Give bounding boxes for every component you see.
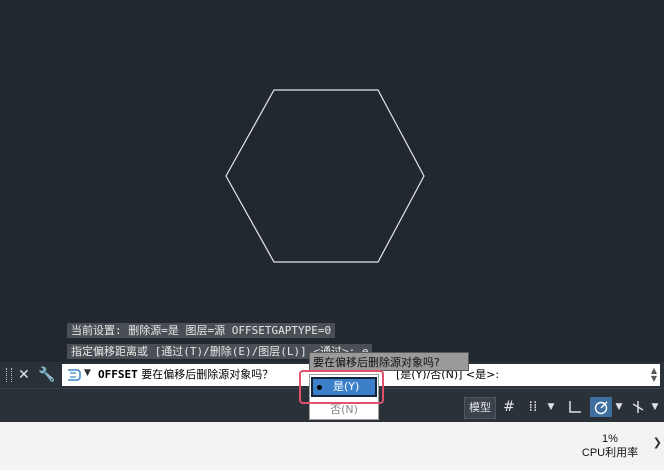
command-prompt-text: 要在偏移后删除源对象吗？ [141, 368, 274, 381]
isodraft-icon[interactable] [628, 397, 648, 417]
cpu-value: 1% [602, 433, 618, 445]
cpu-widget[interactable]: 1% CPU利用率 [570, 432, 650, 460]
command-default: <是>: [465, 368, 500, 381]
chevron-down-icon[interactable]: ▼ [614, 397, 624, 417]
hexagon-shape[interactable] [225, 89, 425, 263]
scroll-arrows[interactable]: ▲ ▼ [651, 367, 657, 383]
chevron-right-icon[interactable]: ❯ [653, 436, 662, 449]
command-prompt: OFFSET 要在偏移后删除源对象吗？ [98, 367, 273, 383]
snap-icon[interactable]: ⁞⁞ [524, 397, 542, 417]
command-icon[interactable] [66, 368, 82, 382]
wrench-icon[interactable]: 🔧 [38, 366, 55, 384]
chevron-down-icon[interactable]: ▼ [650, 397, 660, 417]
command-name: OFFSET [98, 368, 138, 381]
model-tab[interactable]: 模型 [464, 397, 496, 419]
grid-icon[interactable]: # [500, 397, 518, 417]
highlight-box [299, 370, 384, 404]
drawing-canvas[interactable]: 当前设置: 删除源=是 图层=源 OFFSETGAPTYPE=0 指定偏移距离或… [0, 0, 664, 362]
cpu-label: CPU利用率 [581, 447, 639, 459]
polar-icon[interactable] [590, 397, 612, 417]
drag-handle[interactable] [6, 368, 12, 382]
taskbar: 1% CPU利用率 ❯ [0, 422, 664, 470]
chevron-down-icon[interactable]: ▼ [546, 397, 556, 417]
command-history-line: 当前设置: 删除源=是 图层=源 OFFSETGAPTYPE=0 [67, 323, 336, 338]
prompt-tooltip: 要在偏移后删除源对象吗? [309, 352, 469, 371]
drawing-svg [225, 89, 425, 263]
chevron-down-icon[interactable]: ▼ [84, 368, 91, 378]
close-icon[interactable]: ✕ [18, 366, 30, 384]
ortho-icon[interactable] [564, 397, 586, 417]
